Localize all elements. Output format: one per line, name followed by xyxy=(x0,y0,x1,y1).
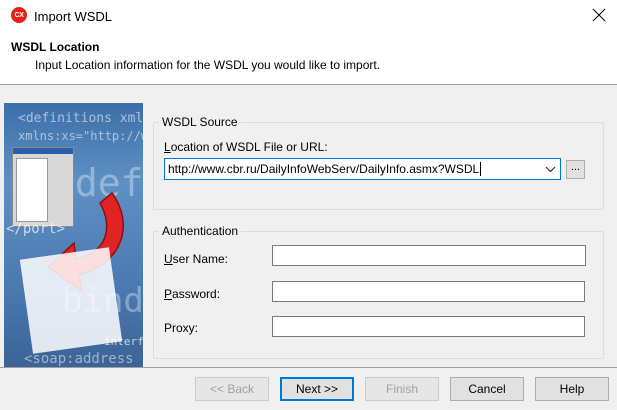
proxy-label: Proxy: xyxy=(164,321,199,335)
proxy-input[interactable] xyxy=(272,316,585,337)
authentication-legend: Authentication xyxy=(159,224,242,238)
password-input[interactable] xyxy=(272,281,585,302)
location-label-accel: L xyxy=(164,140,171,154)
help-button[interactable]: Help xyxy=(535,377,609,401)
wizard-header: WSDL Location Input Location information… xyxy=(0,33,617,85)
username-label-accel: U xyxy=(164,252,173,266)
username-label: User Name: xyxy=(164,252,228,266)
password-label: Password: xyxy=(164,287,220,301)
finish-button[interactable]: Finish xyxy=(365,377,439,401)
chevron-down-icon[interactable] xyxy=(545,164,556,174)
image-caption: interface xyxy=(104,335,143,348)
code-line: binding xyxy=(62,281,143,321)
back-button[interactable]: << Back xyxy=(195,377,269,401)
code-line: <soap:address xyxy=(24,351,134,367)
code-line: xmlns:xs="http://www.w xyxy=(18,129,143,143)
password-label-accel: P xyxy=(164,287,173,301)
app-logo-icon: CX xyxy=(11,7,27,23)
cancel-button[interactable]: Cancel xyxy=(450,377,524,401)
browse-button[interactable]: ... xyxy=(566,160,585,179)
password-label-text: assword: xyxy=(172,287,221,301)
title-bar: CX Import WSDL xyxy=(0,0,617,33)
username-label-text: ser Name: xyxy=(172,252,229,266)
code-line: <definitions xmlns="htt xyxy=(18,111,143,126)
wsdl-location-value: http://www.cbr.ru/DailyInfoWebServ/Daily… xyxy=(168,162,480,176)
location-label: Location of WSDL File or URL: xyxy=(164,140,328,154)
footer-divider xyxy=(0,367,617,368)
page-title: WSDL Location xyxy=(11,40,100,54)
code-line: </port> xyxy=(6,221,66,237)
header-divider xyxy=(0,84,617,85)
close-icon[interactable] xyxy=(587,3,611,27)
wsdl-source-legend: WSDL Source xyxy=(159,115,241,129)
wizard-side-image: <definitions xmlns="htt xmlns:xs="http:/… xyxy=(4,103,143,368)
wsdl-location-combobox[interactable]: http://www.cbr.ru/DailyInfoWebServ/Daily… xyxy=(164,158,561,180)
next-button[interactable]: Next >> xyxy=(280,377,354,401)
page-subtitle: Input Location information for the WSDL … xyxy=(35,58,381,72)
text-caret xyxy=(480,162,482,176)
window-title: Import WSDL xyxy=(34,9,113,24)
username-input[interactable] xyxy=(272,245,586,266)
location-label-text: ocation of WSDL File or URL: xyxy=(170,140,328,154)
